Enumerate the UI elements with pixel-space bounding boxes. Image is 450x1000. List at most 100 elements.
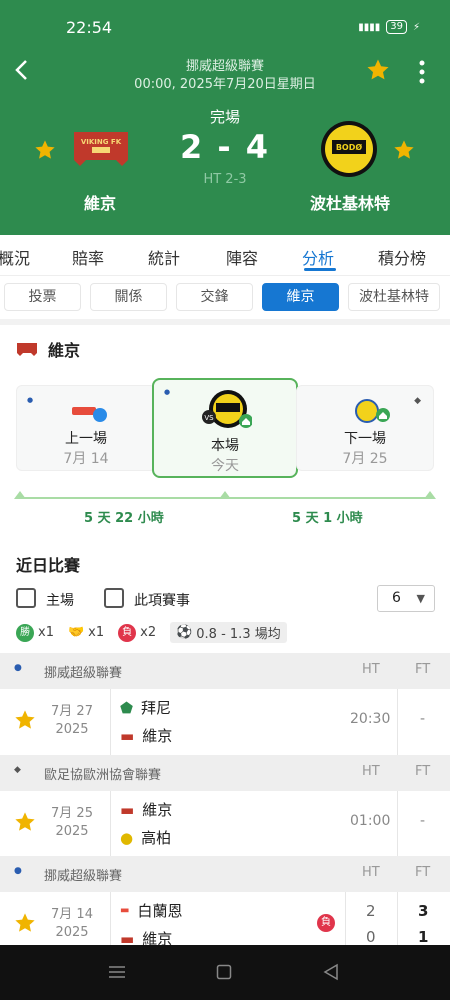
league-group-name: 挪威超級聯賽 [44, 666, 123, 681]
team-1-name: 維京 [142, 801, 173, 819]
home-only-checkbox[interactable] [16, 588, 36, 608]
recent-title: 近日比賽 [16, 556, 81, 575]
divider [397, 791, 398, 857]
recents-icon[interactable] [108, 965, 126, 979]
battery-icon: 39 [386, 20, 407, 34]
league-group-header: ● 挪威超級聯賽 HT FT [0, 653, 450, 689]
more-options-icon[interactable] [418, 60, 426, 84]
match-count-select[interactable]: 6 ▼ [377, 585, 435, 612]
charging-icon: ⚡ [412, 21, 420, 33]
next-match-label: 下一場 [344, 431, 386, 447]
system-nav-bar [0, 945, 450, 1000]
viking-small-logo-icon [17, 342, 37, 356]
match-row[interactable]: 7月 14 2025 ▬ 白蘭恩 ▬ 維京 負 2 0 3 1 [0, 892, 450, 958]
team-logo-icon: ▬ [120, 905, 130, 916]
ft-score-2: 1 [418, 928, 429, 946]
divider [397, 689, 398, 755]
status-bar: 22:54 ▮▮▮▮ 39 ⚡ [0, 0, 450, 50]
chevron-down-icon: ▼ [416, 592, 425, 605]
divider [110, 791, 111, 857]
match-year: 2025 [55, 925, 89, 940]
match-date: 7月 14 2025 [40, 906, 104, 942]
result: - [420, 711, 426, 727]
favorite-star-icon[interactable] [14, 912, 36, 934]
back-nav-icon[interactable] [323, 963, 339, 981]
home-only-label: 主場 [46, 593, 74, 609]
tab-analysis[interactable]: 分析 [302, 245, 334, 269]
gap-after: 5 天 1 小時 [292, 511, 363, 526]
subtab-vote[interactable]: 投票 [4, 283, 81, 311]
active-tab-indicator [304, 268, 336, 271]
match-count-value: 6 [392, 590, 401, 606]
away-team-name[interactable]: 波杜基林特 [290, 190, 410, 214]
tab-lineup[interactable]: 陣容 [226, 245, 258, 269]
kobenhavn-logo-icon [355, 399, 390, 423]
prev-match-date: 7月 14 [63, 451, 109, 467]
loss-badge: 負 [317, 914, 335, 932]
ht-score-2: 0 [366, 928, 376, 946]
home-icon[interactable] [216, 964, 232, 980]
tab-standings[interactable]: 積分榜 [378, 245, 426, 269]
prev-match-label: 上一場 [65, 431, 107, 447]
team-1: ▬ 白蘭恩 [120, 900, 182, 921]
match-day: 7月 27 [51, 704, 93, 719]
team-2-name: 高柏 [141, 829, 172, 847]
subtab-relation[interactable]: 關係 [90, 283, 167, 311]
match-row[interactable]: 7月 25 2025 ▬ 維京 ● 高柏 01:00 - [0, 791, 450, 857]
current-match-card[interactable]: ● VS 本場 今天 [152, 378, 298, 478]
home-team-name[interactable]: 維京 [60, 190, 140, 214]
subtab-bodo[interactable]: 波杜基林特 [348, 283, 440, 311]
signal-icon: ▮▮▮▮ [358, 21, 381, 33]
kickoff-time: 01:00 [350, 813, 391, 829]
tab-odds[interactable]: 賠率 [72, 245, 104, 269]
league-icon: ● [14, 663, 22, 673]
this-comp-checkbox[interactable] [104, 588, 124, 608]
europa-league-icon: ◆ [414, 396, 421, 406]
tab-overview[interactable]: 概況 [0, 245, 30, 269]
favorite-star-icon[interactable] [14, 709, 36, 731]
match-year: 2025 [55, 722, 89, 737]
favorite-star-icon[interactable] [366, 58, 390, 82]
favorite-star-icon[interactable] [14, 811, 36, 833]
draw-count: x1 [88, 625, 105, 640]
ft-column-label: FT [415, 764, 431, 779]
main-tabs: 概況 賠率 統計 陣容 分析 積分榜 [0, 235, 450, 275]
bodo-vs-icon: VS [202, 390, 252, 428]
half-time-score: HT 2-3 [203, 172, 247, 187]
kickoff-time: 20:30 [350, 711, 391, 727]
match-row[interactable]: 7月 27 2025 ⬟ 拜尼 ▬ 維京 20:30 - [0, 689, 450, 755]
match-day: 7月 14 [51, 907, 93, 922]
match-date: 7月 27 2025 [40, 703, 104, 739]
next-match-card[interactable]: ◆ 下一場 7月 25 [296, 385, 434, 471]
prev-match-card[interactable]: ● 上一場 7月 14 [16, 385, 156, 471]
league-group-name: 歐足協歐洲協會聯賽 [44, 768, 162, 783]
subtab-h2h[interactable]: 交鋒 [176, 283, 253, 311]
ht-column-label: HT [362, 764, 380, 779]
match-score: 2 - 4 [179, 128, 271, 166]
tab-stats[interactable]: 統計 [148, 245, 180, 269]
handshake-icon: 🤝 [67, 625, 85, 640]
ht-column-label: HT [362, 865, 380, 880]
team-1-name: 白蘭恩 [137, 902, 183, 920]
match-status: 完場 [209, 108, 240, 126]
league-group-header: ◆ 歐足協歐洲協會聯賽 HT FT [0, 755, 450, 791]
football-icon: ⚽ [176, 625, 193, 640]
team-section-header: 維京 [16, 337, 80, 361]
subtab-viking[interactable]: 維京 [262, 283, 339, 311]
timeline-marker [14, 491, 26, 499]
avg-goals: 0.8 - 1.3 場均 [196, 627, 281, 642]
this-comp-label: 此項賽事 [134, 593, 190, 609]
loss-badge: 負 [118, 623, 137, 642]
ft-score-1: 3 [418, 902, 429, 920]
ft-column-label: FT [415, 865, 431, 880]
team-1: ▬ 維京 [120, 799, 172, 820]
divider [110, 689, 111, 755]
team-1: ⬟ 拜尼 [120, 697, 171, 718]
team-logo-icon: ● [120, 828, 134, 847]
match-day: 7月 25 [51, 806, 93, 821]
team-schedule-section: 維京 ● 上一場 7月 14 ● VS 本場 今天 ◆ 下一場 7月 25 5 … [0, 325, 450, 540]
league-group-header: ● 挪威超級聯賽 HT FT [0, 856, 450, 892]
current-match-label: 本場 [211, 438, 239, 454]
win-badge: 勝 [16, 623, 34, 642]
team-1-name: 拜尼 [141, 699, 172, 717]
